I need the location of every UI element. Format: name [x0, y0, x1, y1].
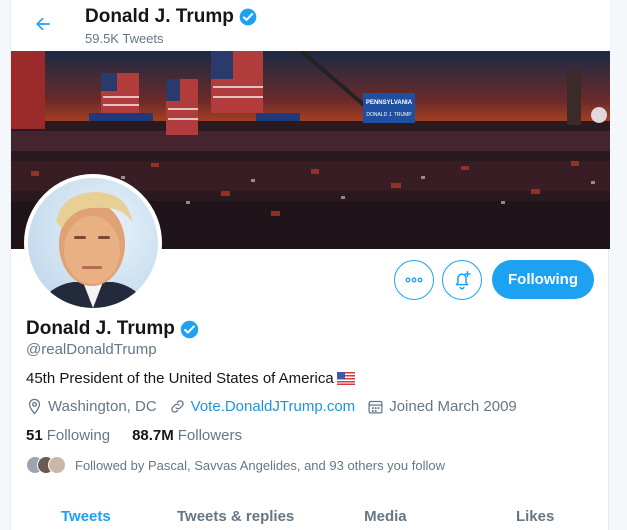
- joined-item: Joined March 2009: [367, 398, 517, 415]
- following-button[interactable]: Following: [492, 260, 594, 299]
- top-bar: Donald J. Trump 59.5K Tweets: [11, 0, 610, 50]
- joined-text: Joined March 2009: [389, 398, 517, 415]
- following-count: 51: [26, 427, 43, 444]
- profile-avatar[interactable]: [24, 174, 162, 312]
- back-button[interactable]: [29, 10, 57, 38]
- us-flag-icon: [336, 372, 355, 385]
- followed-by-row[interactable]: Followed by Pascal, Savvas Angelides, an…: [26, 456, 445, 474]
- followers-stat[interactable]: 88.7M Followers: [132, 427, 242, 444]
- location-pin-icon: [28, 398, 41, 415]
- back-arrow-icon: [36, 17, 50, 31]
- tweet-count: 59.5K Tweets: [85, 31, 164, 46]
- profile-name-row: Donald J. Trump: [26, 318, 200, 340]
- tab-likes[interactable]: Likes: [460, 500, 610, 530]
- profile-bio-row: 45th President of the United States of A…: [26, 370, 355, 387]
- website-item: Vote.DonaldJTrump.com: [169, 398, 356, 415]
- following-label: Following: [46, 427, 111, 444]
- header-title: Donald J. Trump: [85, 6, 258, 28]
- link-icon: [170, 400, 184, 413]
- profile-column: Donald J. Trump 59.5K Tweets PENNSYLVANI…: [10, 0, 610, 530]
- header-name: Donald J. Trump: [85, 6, 234, 27]
- calendar-icon: [368, 400, 383, 414]
- more-options-button[interactable]: [394, 260, 434, 300]
- follower-avatar: [48, 456, 66, 474]
- followers-label: Followers: [177, 427, 242, 444]
- followed-by-text: Followed by Pascal, Savvas Angelides, an…: [75, 457, 445, 473]
- profile-bio: 45th President of the United States of A…: [26, 370, 334, 387]
- profile-stats: 51 Following 88.7M Followers: [26, 427, 242, 444]
- avatar-photo: [28, 178, 158, 308]
- website-link[interactable]: Vote.DonaldJTrump.com: [191, 398, 356, 415]
- location-item: Washington, DC: [26, 398, 157, 415]
- profile-tabs: Tweets Tweets & replies Media Likes: [11, 500, 610, 530]
- profile-handle: @realDonaldTrump: [26, 341, 157, 358]
- profile-name: Donald J. Trump: [26, 318, 175, 339]
- tab-media[interactable]: Media: [311, 500, 461, 530]
- banner-sign-line2: DONALD J. TRUMP: [366, 112, 412, 118]
- profile-meta: Washington, DC Vote.DonaldJTrump.com Joi…: [26, 398, 529, 415]
- more-dots-icon: [405, 277, 423, 283]
- verified-badge-icon: [239, 8, 257, 26]
- verified-badge-icon: [180, 320, 199, 338]
- banner-sign-line1: PENNSYLVANIA: [366, 100, 413, 106]
- location-text: Washington, DC: [48, 398, 157, 415]
- bell-plus-icon: [455, 271, 471, 290]
- notifications-button[interactable]: [442, 260, 482, 300]
- followers-count: 88.7M: [132, 427, 174, 444]
- tab-tweets[interactable]: Tweets: [11, 500, 161, 530]
- following-stat[interactable]: 51 Following: [26, 427, 110, 444]
- tab-tweets-replies[interactable]: Tweets & replies: [161, 500, 311, 530]
